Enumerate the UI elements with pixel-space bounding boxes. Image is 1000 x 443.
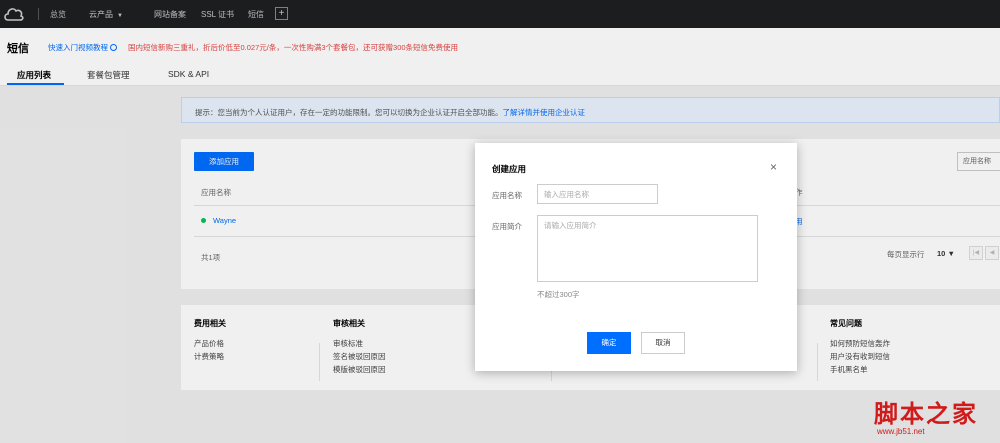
app-description-label: 应用简介	[492, 222, 522, 231]
confirm-button[interactable]: 确定	[587, 332, 631, 354]
close-icon[interactable]: ×	[770, 161, 777, 173]
description-length-hint: 不超过300字	[537, 290, 580, 299]
cancel-button[interactable]: 取消	[641, 332, 685, 354]
site-watermark-url: www.jb51.net	[877, 427, 925, 436]
dialog-title: 创建应用	[492, 164, 527, 174]
create-app-dialog: 创建应用 × 应用名称 应用简介 不超过300字 确定 取消	[475, 143, 797, 371]
app-description-textarea[interactable]	[537, 215, 758, 282]
app-name-input[interactable]	[537, 184, 658, 204]
app-name-label: 应用名称	[492, 191, 522, 200]
site-watermark: 脚本之家	[874, 399, 978, 428]
